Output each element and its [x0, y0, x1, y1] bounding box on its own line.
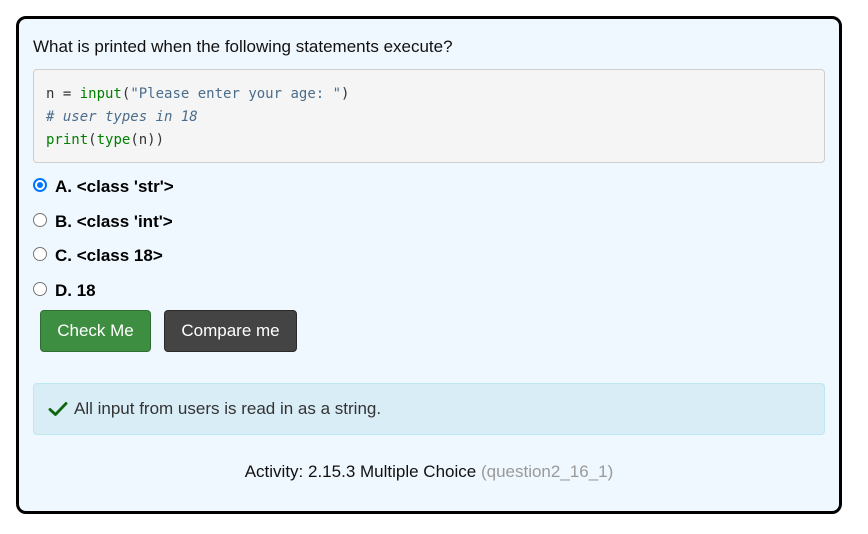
- code-token: (: [88, 132, 97, 148]
- choice-b[interactable]: B. <class 'int'>: [33, 205, 174, 240]
- activity-title: Activity: 2.15.3 Multiple Choice: [244, 462, 477, 481]
- radio-button-a[interactable]: [33, 178, 47, 193]
- activity-label: Activity: 2.15.3 Multiple Choice (questi…: [19, 462, 839, 482]
- answer-choices: A. <class 'str'> B. <class 'int'> C. <cl…: [33, 170, 174, 308]
- checkmark-icon: [48, 402, 68, 416]
- choice-label[interactable]: A. <class 'str'>: [55, 177, 174, 197]
- feedback-text: All input from users is read in as a str…: [74, 399, 382, 418]
- question-prompt: What is printed when the following state…: [33, 37, 453, 56]
- radio-button-b[interactable]: [33, 212, 47, 227]
- check-me-button[interactable]: Check Me: [40, 310, 151, 352]
- choice-a[interactable]: A. <class 'str'>: [33, 170, 174, 205]
- code-token: (n)): [130, 132, 165, 148]
- activity-question-id: (question2_16_1): [480, 462, 614, 481]
- code-line-2: # user types in 18: [46, 109, 198, 125]
- code-line-1: n = input("Please enter your age: "): [46, 83, 824, 106]
- code-token: input: [79, 86, 122, 102]
- question-card: What is printed when the following state…: [16, 16, 842, 514]
- compare-me-button[interactable]: Compare me: [164, 310, 297, 352]
- choice-label[interactable]: D. 18: [55, 281, 96, 301]
- radio-button-c[interactable]: [33, 247, 47, 262]
- feedback-panel: All input from users is read in as a str…: [33, 383, 825, 435]
- choice-label[interactable]: B. <class 'int'>: [55, 212, 173, 232]
- choice-c[interactable]: C. <class 18>: [33, 239, 174, 274]
- code-token: type: [96, 132, 131, 148]
- code-token: n =: [46, 86, 80, 102]
- code-token: "Please enter your age: ": [130, 86, 342, 102]
- choice-d[interactable]: D. 18: [33, 274, 174, 309]
- code-token: ): [341, 86, 350, 102]
- radio-button-d[interactable]: [33, 281, 47, 296]
- code-block: n = input("Please enter your age: ") # u…: [33, 69, 825, 163]
- choice-label[interactable]: C. <class 18>: [55, 246, 163, 266]
- code-line-3: print(type(n)): [46, 129, 824, 152]
- code-token: print: [46, 132, 89, 148]
